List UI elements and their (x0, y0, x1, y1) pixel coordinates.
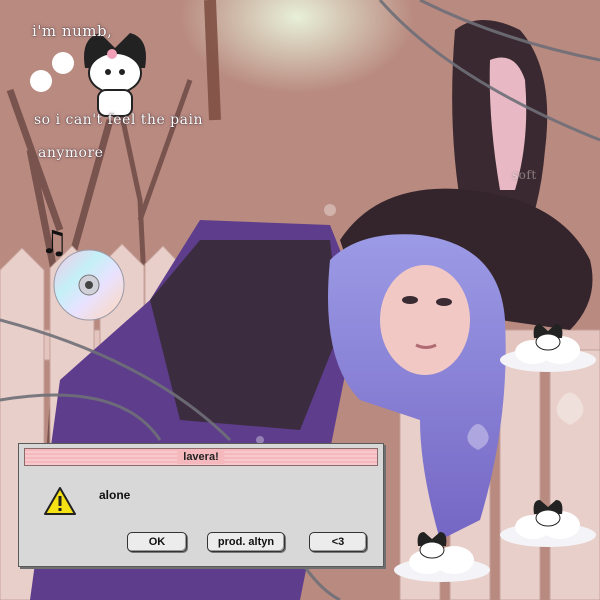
heart-button[interactable]: <3 (309, 532, 367, 552)
ok-button[interactable]: OK (127, 532, 187, 552)
dialog-titlebar[interactable]: lavera! (24, 448, 378, 466)
kuromi-sticker-right-bottom (533, 500, 563, 527)
kuromi-sticker-bottom (417, 532, 447, 559)
kuromi-sticker-top (84, 33, 146, 117)
face (380, 265, 470, 375)
dialog-title: lavera! (177, 450, 225, 464)
overlay-text-line1: i'm numb, (32, 22, 113, 40)
cd-disc-icon (53, 249, 125, 321)
prod-altyn-button[interactable]: prod. altyn (207, 532, 285, 552)
dialog-message: alone (99, 488, 131, 502)
edit-photo-scene: ♫ i'm numb, so i can't feel the pain any… (0, 0, 600, 600)
chains-label: soft (512, 168, 537, 182)
white-circle-decoration (52, 52, 74, 74)
overlay-text-line3: anymore (38, 145, 104, 161)
alert-dialog: lavera! alone OK prod. altyn <3 (18, 443, 384, 567)
kuromi-sticker-right (533, 324, 563, 351)
overlay-text-line2: so i can't feel the pain (34, 112, 203, 128)
warning-icon (44, 487, 76, 515)
white-circle-decoration (30, 70, 52, 92)
